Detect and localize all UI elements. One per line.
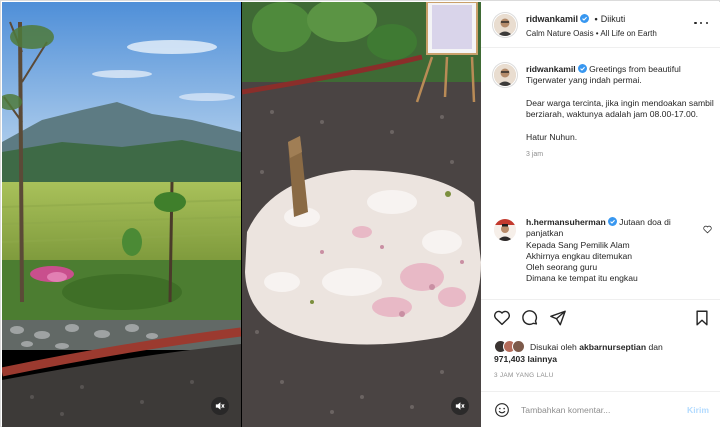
caption: ridwankamil Greetings from beautiful Tig… xyxy=(494,64,716,160)
avatar[interactable] xyxy=(494,14,516,36)
more-options-dot xyxy=(699,21,703,25)
comment-composer: Kirim xyxy=(481,391,720,427)
comment-first-line: h.hermansuherman Jutaan doa di panjatkan xyxy=(526,217,701,240)
comments-section[interactable]: ridwankamil Greetings from beautiful Tig… xyxy=(481,49,720,299)
comment-line: Oleh seorang guru xyxy=(526,262,598,273)
comment-like-heart-icon[interactable] xyxy=(703,225,712,234)
verified-badge-icon xyxy=(577,64,587,73)
speaker-muted-icon xyxy=(215,402,225,410)
caption-time[interactable]: 3 jam xyxy=(526,149,716,160)
mute-button[interactable] xyxy=(211,397,229,415)
caption-text-1: ridwankamil Greetings from beautiful Tig… xyxy=(526,64,716,87)
avatar[interactable] xyxy=(494,219,516,241)
post-side-panel: ridwankamil • Diikuti Calm Nature Oasis •… xyxy=(481,2,720,427)
verified-badge-icon xyxy=(607,217,617,226)
likes-summary: Disukai oleh akbarnurseptian dan 971,403… xyxy=(494,340,709,365)
mute-button-2[interactable] xyxy=(451,397,469,415)
photo-landscape[interactable] xyxy=(2,2,241,427)
follow-status-button[interactable]: Diikuti xyxy=(601,14,626,24)
likes-joiner: dan xyxy=(648,342,663,352)
comment-line: Dimana ke tempat itu engkau xyxy=(526,273,638,284)
comment-input[interactable] xyxy=(521,400,671,420)
posted-time[interactable]: 3 JAM YANG LALU xyxy=(494,372,554,379)
instagram-post-window: ridwankamil • Diikuti Calm Nature Oasis •… xyxy=(0,0,720,427)
comment-line: Kepada Sang Pemilik Alam xyxy=(526,239,630,250)
avatar[interactable] xyxy=(494,64,516,86)
post-header: ridwankamil • Diikuti Calm Nature Oasis •… xyxy=(481,2,720,48)
post-location[interactable]: Calm Nature Oasis • All Life on Earth xyxy=(526,29,657,38)
comment-icon[interactable] xyxy=(521,309,539,327)
comment-item: h.hermansuherman Jutaan doa di panjatkan… xyxy=(494,217,701,285)
paper-plane-icon[interactable] xyxy=(549,309,567,327)
likes-user[interactable]: akbarnurseptian xyxy=(579,342,646,352)
heart-icon[interactable] xyxy=(493,309,511,327)
post-media[interactable] xyxy=(2,2,481,427)
caption-text-3: Hatur Nuhun. xyxy=(526,131,578,142)
more-options-icon xyxy=(694,21,697,25)
photo-grave[interactable] xyxy=(242,2,481,427)
likes-prefix: Disukai oleh xyxy=(530,342,577,352)
caption-text-2: Dear warga tercinta, jika ingin mendoaka… xyxy=(526,97,714,120)
send-comment-button[interactable]: Kirim xyxy=(687,405,709,415)
caption-username[interactable]: ridwankamil xyxy=(526,64,576,74)
follow-separator: • xyxy=(594,14,598,24)
comment-line: Akhirnya engkau ditemukan xyxy=(526,250,633,261)
smiley-icon[interactable] xyxy=(494,402,510,418)
post-author: ridwankamil • Diikuti xyxy=(526,14,625,24)
more-options-button[interactable] xyxy=(694,18,708,28)
bookmark-icon[interactable] xyxy=(693,309,711,327)
speaker-muted-icon xyxy=(455,402,465,410)
author-username[interactable]: ridwankamil xyxy=(526,14,578,24)
likes-count[interactable]: 971,403 lainnya xyxy=(494,354,557,364)
verified-badge-icon xyxy=(580,14,590,23)
more-options-dot xyxy=(705,21,708,25)
liker-avatars xyxy=(494,340,528,353)
comment-username[interactable]: h.hermansuherman xyxy=(526,217,606,227)
avatar xyxy=(512,340,525,353)
post-actions: Disukai oleh akbarnurseptian dan 971,403… xyxy=(481,299,720,399)
